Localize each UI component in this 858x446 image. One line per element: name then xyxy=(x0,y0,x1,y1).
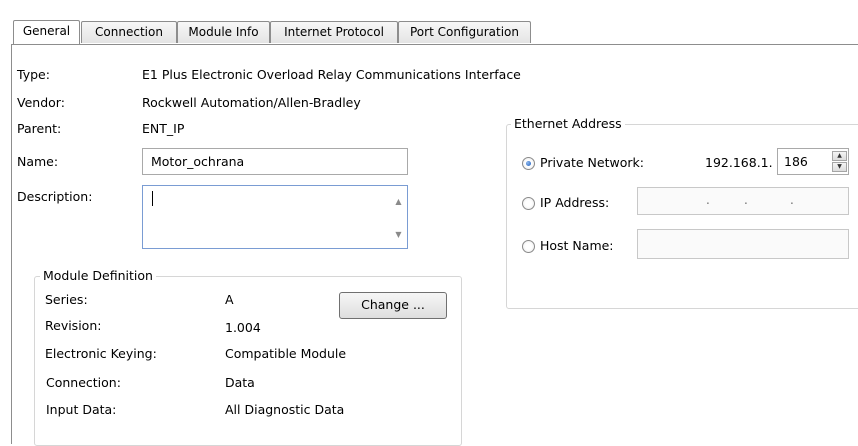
connection-value: Data xyxy=(225,375,255,390)
revision-label: Revision: xyxy=(45,318,102,333)
series-value: A xyxy=(225,292,234,307)
connection-label: Connection: xyxy=(46,375,121,390)
host-name-label[interactable]: Host Name: xyxy=(540,238,614,253)
ip-address-field[interactable]: . . . xyxy=(637,187,849,215)
private-network-radio[interactable] xyxy=(522,157,535,170)
tab-module-info[interactable]: Module Info xyxy=(177,21,270,43)
tab-port-configuration[interactable]: Port Configuration xyxy=(398,21,531,43)
private-network-octet-spinner[interactable]: 186 ▲ ▼ xyxy=(777,148,849,175)
series-label: Series: xyxy=(45,292,88,307)
input-data-value: All Diagnostic Data xyxy=(225,402,345,417)
description-scrollbar[interactable]: ▲ ▼ xyxy=(390,186,407,248)
parent-label: Parent: xyxy=(17,121,62,136)
host-name-field[interactable] xyxy=(637,229,849,259)
private-network-prefix: 192.168.1. xyxy=(705,155,773,170)
type-value: E1 Plus Electronic Overload Relay Commun… xyxy=(142,67,521,82)
electronic-keying-label: Electronic Keying: xyxy=(45,346,157,361)
ethernet-address-title: Ethernet Address xyxy=(511,116,625,131)
parent-value: ENT_IP xyxy=(142,121,185,136)
host-name-radio[interactable] xyxy=(522,240,535,253)
vendor-label: Vendor: xyxy=(17,95,65,110)
electronic-keying-value: Compatible Module xyxy=(225,346,347,361)
ip-address-label[interactable]: IP Address: xyxy=(540,195,609,210)
type-label: Type: xyxy=(17,67,50,82)
tab-internet-protocol[interactable]: Internet Protocol xyxy=(270,21,398,43)
name-label: Name: xyxy=(17,154,59,169)
change-button[interactable]: Change ... xyxy=(339,292,447,319)
name-field[interactable]: Motor_ochrana xyxy=(142,148,408,175)
ip-separator-1: . xyxy=(706,193,710,207)
description-label: Description: xyxy=(17,189,93,204)
private-network-octet-value: 186 xyxy=(784,154,808,169)
module-definition-title: Module Definition xyxy=(40,268,156,283)
ip-separator-2: . xyxy=(744,193,748,207)
ip-address-radio[interactable] xyxy=(522,197,535,210)
text-cursor xyxy=(152,191,153,206)
spin-up-icon[interactable]: ▲ xyxy=(832,151,847,161)
revision-value: 1.004 xyxy=(225,320,261,335)
private-network-label[interactable]: Private Network: xyxy=(540,155,644,170)
input-data-label: Input Data: xyxy=(46,402,117,417)
ip-separator-3: . xyxy=(790,193,794,207)
tab-connection[interactable]: Connection xyxy=(81,21,177,43)
scroll-down-icon[interactable]: ▼ xyxy=(390,230,407,239)
tab-general[interactable]: General xyxy=(13,20,80,44)
scroll-up-icon[interactable]: ▲ xyxy=(390,197,407,206)
spin-down-icon[interactable]: ▼ xyxy=(832,162,847,172)
vendor-value: Rockwell Automation/Allen-Bradley xyxy=(142,95,361,110)
description-field[interactable]: ▲ ▼ xyxy=(142,185,408,249)
